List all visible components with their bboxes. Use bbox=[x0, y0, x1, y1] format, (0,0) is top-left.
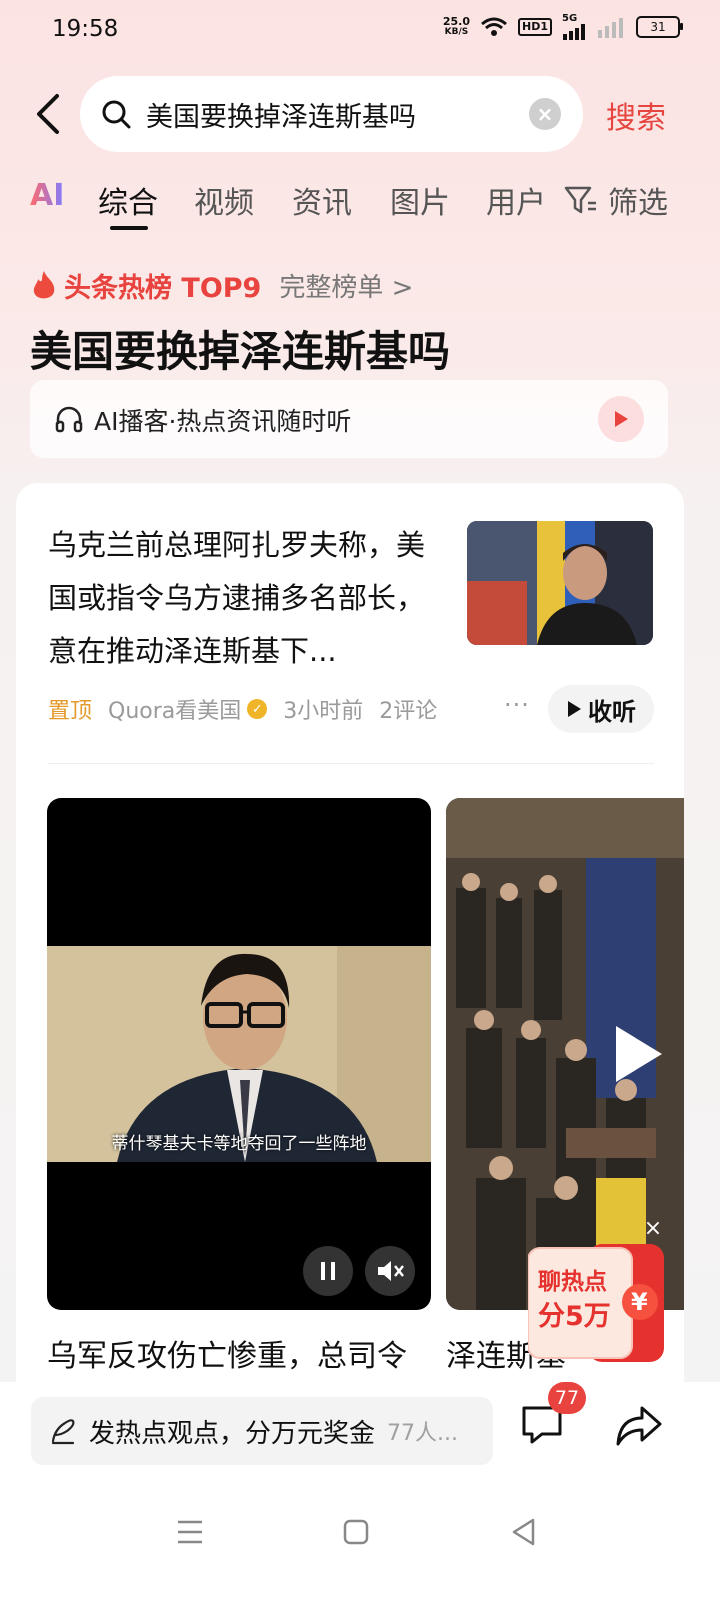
network-speed-unit: KB/S bbox=[444, 27, 469, 37]
tab-comprehensive[interactable]: 综合 bbox=[98, 178, 158, 222]
menu-button[interactable] bbox=[170, 1512, 210, 1552]
article-title[interactable]: 乌克兰前总理阿扎罗夫称，美国或指令乌方逮捕多名部长，意在推动泽连斯基下... bbox=[48, 519, 438, 678]
video-player-1[interactable]: 蒂什琴基夫卡等地夺回了一些阵地 bbox=[47, 798, 431, 1310]
video-frame: 蒂什琴基夫卡等地夺回了一些阵地 bbox=[47, 946, 431, 1162]
bottom-action-bar: 发热点观点，分万元奖金 77人... 77 bbox=[0, 1382, 720, 1488]
play-icon bbox=[616, 1026, 662, 1082]
close-icon[interactable]: × bbox=[642, 1218, 664, 1240]
filter-label: 筛选 bbox=[608, 186, 668, 221]
promo-line2: 分5万 bbox=[538, 1301, 611, 1332]
search-button[interactable]: 搜索 bbox=[606, 93, 666, 137]
play-icon bbox=[615, 411, 628, 427]
page-title: 美国要换掉泽连斯基吗 bbox=[30, 327, 451, 376]
podcast-label: AI播客·热点资讯随时听 bbox=[94, 407, 352, 436]
chevron-left-icon bbox=[37, 94, 59, 134]
article-thumbnail[interactable] bbox=[467, 521, 653, 645]
search-tabs: AI 综合 视频 资讯 图片 用户 筛选 bbox=[30, 178, 690, 238]
article-comments[interactable]: 2评论 bbox=[379, 693, 437, 725]
battery-icon: 31 bbox=[636, 16, 683, 38]
flame-icon bbox=[33, 270, 55, 298]
headphones-icon bbox=[55, 406, 83, 433]
comment-input[interactable]: 发热点观点，分万元奖金 77人... bbox=[31, 1397, 493, 1465]
listen-button[interactable]: 收听 bbox=[548, 685, 654, 733]
verified-icon: ✓ bbox=[247, 699, 268, 719]
ai-podcast-bar[interactable]: AI播客·热点资讯随时听 bbox=[30, 380, 668, 458]
share-icon[interactable] bbox=[614, 1402, 664, 1448]
tab-images[interactable]: 图片 bbox=[390, 178, 450, 222]
pause-button[interactable] bbox=[303, 1246, 353, 1296]
back-button[interactable] bbox=[28, 92, 68, 136]
battery-level: 31 bbox=[650, 20, 666, 34]
article-time: 3小时前 bbox=[283, 699, 364, 724]
comment-prompt: 发热点观点，分万元奖金 bbox=[89, 1418, 376, 1449]
article-source[interactable]: Quora看美国 bbox=[108, 693, 241, 725]
filter-icon bbox=[564, 186, 596, 214]
signal-icon: 5G bbox=[562, 14, 586, 40]
tab-video[interactable]: 视频 bbox=[194, 178, 254, 222]
network-speed: 25.0 KB/S bbox=[443, 16, 470, 38]
triangle-back-icon bbox=[512, 1518, 535, 1546]
tab-ai[interactable]: AI bbox=[30, 178, 64, 213]
video-subtitle: 蒂什琴基夫卡等地夺回了一些阵地 bbox=[111, 1134, 367, 1154]
listen-label: 收听 bbox=[588, 697, 636, 726]
home-icon bbox=[343, 1519, 369, 1545]
podcast-play-button[interactable] bbox=[598, 396, 644, 442]
status-time: 19:58 bbox=[52, 16, 119, 42]
search-icon bbox=[100, 98, 132, 130]
active-tab-indicator bbox=[110, 226, 148, 230]
network-speed-value: 25.0 bbox=[442, 15, 470, 28]
pinned-badge: 置顶 bbox=[48, 699, 93, 724]
search-input[interactable]: 美国要换掉泽连斯基吗 × bbox=[80, 76, 583, 152]
promo-line1: 聊热点 bbox=[538, 1269, 607, 1295]
clear-icon[interactable]: × bbox=[529, 98, 561, 130]
hd-icon: HD1 bbox=[518, 18, 552, 36]
pause-icon bbox=[321, 1262, 335, 1280]
status-icons: 25.0 KB/S HD1 5G 31 bbox=[443, 14, 683, 40]
article-meta: 置顶 Quora看美国 ✓ 3小时前 2评论 bbox=[48, 693, 437, 725]
divider bbox=[48, 763, 654, 764]
tab-users[interactable]: 用户 bbox=[486, 178, 546, 222]
comment-badge: 77 bbox=[548, 1382, 586, 1414]
yuan-icon: ¥ bbox=[631, 1288, 648, 1316]
comment-count: 77人... bbox=[387, 1421, 458, 1446]
video-caption-1[interactable]: 乌军反攻伤亡惨重，总司令 bbox=[47, 1331, 407, 1375]
signal-label: 5G bbox=[562, 13, 578, 24]
pen-icon bbox=[51, 1419, 75, 1445]
back-nav-button[interactable] bbox=[504, 1512, 544, 1552]
menu-icon bbox=[178, 1520, 202, 1544]
signal-icon-2 bbox=[598, 18, 623, 38]
home-button[interactable] bbox=[336, 1512, 376, 1552]
system-nav-bar bbox=[0, 1488, 720, 1612]
mute-button[interactable] bbox=[365, 1246, 415, 1296]
tab-news[interactable]: 资讯 bbox=[292, 178, 352, 222]
mute-icon bbox=[378, 1261, 404, 1281]
filter-button[interactable]: 筛选 bbox=[564, 178, 668, 222]
hot-list-header: 头条热榜 TOP9 完整榜单 > bbox=[30, 266, 413, 305]
play-icon bbox=[568, 701, 581, 717]
more-options-icon[interactable]: ··· bbox=[504, 691, 530, 719]
wifi-icon bbox=[481, 17, 507, 36]
search-query[interactable]: 美国要换掉泽连斯基吗 bbox=[146, 95, 529, 134]
promo-badge[interactable]: 聊热点 分5万 ¥ bbox=[527, 1244, 664, 1362]
hot-list-title: 头条热榜 TOP9 bbox=[64, 273, 262, 304]
full-list-link[interactable]: 完整榜单 > bbox=[279, 267, 413, 304]
